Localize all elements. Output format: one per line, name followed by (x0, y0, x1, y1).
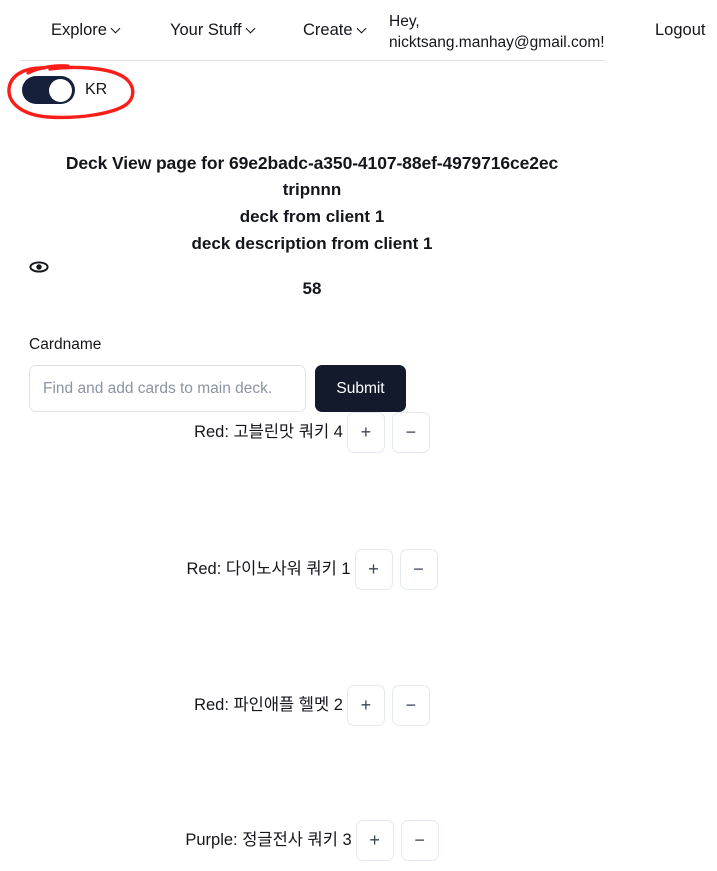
cardname-label: Cardname (29, 336, 102, 353)
increment-button[interactable]: + (346, 685, 385, 726)
greeting-line-2: nicktsang.manhay@gmail.com! (389, 33, 605, 51)
top-navbar: Explore Your Stuff Create Hey, nicktsang… (0, 0, 717, 54)
deck-description: deck description from client 1 (191, 233, 433, 253)
language-toggle-row: KR (22, 76, 107, 104)
decrement-button[interactable]: − (400, 820, 439, 861)
card-label: Purple: 정글전사 쿼키 3 (185, 830, 352, 849)
deck-header: Deck View page for 69e2badc-a350-4107-88… (0, 150, 624, 258)
decrement-button[interactable]: − (391, 412, 430, 453)
nav-item-create[interactable]: Create (303, 21, 367, 41)
card-row: Red: 파인애플 헬멧 2 + − (0, 685, 624, 726)
logout-link[interactable]: Logout (655, 21, 705, 40)
cardname-search-input[interactable] (29, 365, 306, 412)
decrement-button[interactable]: − (399, 549, 438, 590)
deck-card-count: 58 (302, 279, 322, 298)
deck-owner: deck from client 1 (239, 206, 385, 226)
increment-button[interactable]: + (354, 549, 393, 590)
decrement-button[interactable]: − (391, 685, 430, 726)
toggle-knob (49, 78, 72, 102)
navbar-divider (20, 60, 605, 61)
chevron-down-icon (247, 24, 256, 33)
chevron-down-icon (112, 24, 121, 33)
nav-item-create-label: Create (303, 21, 353, 39)
nav-item-explore[interactable]: Explore (51, 21, 121, 41)
page-title: Deck View page for 69e2badc-a350-4107-88… (65, 153, 559, 173)
nav-item-your-stuff[interactable]: Your Stuff (170, 21, 256, 41)
card-row: Red: 고블린맛 쿼키 4 + − (0, 412, 624, 453)
deck-name: tripnnn (282, 180, 342, 200)
user-greeting: Hey, nicktsang.manhay@gmail.com! (389, 12, 629, 53)
eye-icon (29, 257, 49, 277)
nav-item-explore-label: Explore (51, 21, 107, 39)
nav-item-your-stuff-label: Your Stuff (170, 21, 242, 39)
increment-button[interactable]: + (355, 820, 394, 861)
card-row: Purple: 정글전사 쿼키 3 + − (0, 820, 624, 861)
chevron-down-icon (358, 24, 367, 33)
card-label: Red: 다이노사워 쿼키 1 (186, 559, 351, 578)
greeting-line-1: Hey, (389, 13, 420, 30)
submit-button[interactable]: Submit (315, 365, 406, 412)
language-toggle-switch[interactable] (22, 76, 75, 104)
language-toggle-label: KR (85, 81, 108, 98)
card-row: Red: 다이노사워 쿼키 1 + − (0, 549, 624, 590)
increment-button[interactable]: + (346, 412, 385, 453)
card-label: Red: 파인애플 헬멧 2 (194, 695, 343, 714)
card-label: Red: 고블린맛 쿼키 4 (194, 422, 343, 441)
